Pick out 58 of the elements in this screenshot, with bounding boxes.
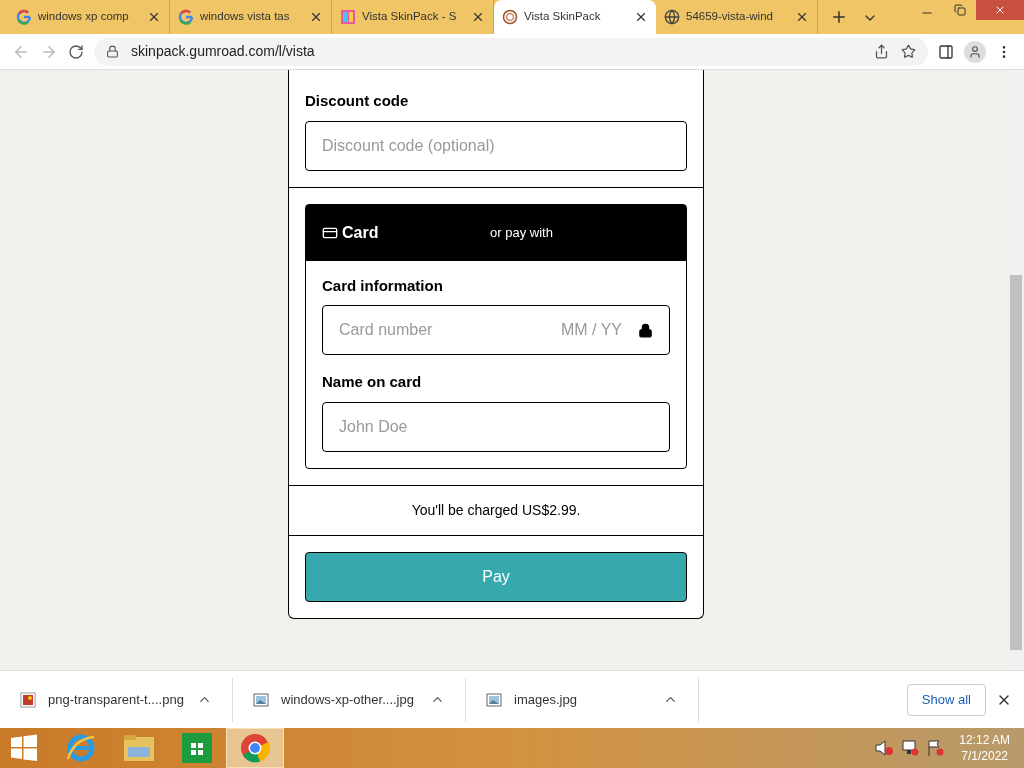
side-panel-icon[interactable] [938,43,954,60]
payment-tab[interactable]: Card [322,220,490,245]
folder-icon [122,733,156,763]
tab-title: windows vista tas [200,9,291,25]
spiral-icon [502,9,518,25]
reload-icon[interactable] [68,43,84,60]
flag-icon[interactable] [927,740,946,756]
tab-title: Vista SkinPack - S [362,9,458,25]
google-icon [178,9,194,25]
share-icon[interactable] [874,44,889,59]
download-item[interactable]: windows-xp-other....jpg [233,677,466,722]
download-item[interactable]: images.jpg [466,677,699,722]
card-number-input[interactable]: Card number [339,318,561,342]
lock-icon [106,45,119,58]
muted-speaker-icon[interactable] [875,740,894,756]
field-label: Card information [322,275,444,296]
close-icon[interactable] [795,10,809,24]
download-item[interactable]: png-transparent-t....png [0,677,233,722]
tab-title: Vista SkinPack [524,9,602,25]
network-icon[interactable] [901,740,920,756]
person-icon [968,44,982,59]
chrome-icon [240,733,270,763]
restore-icon[interactable] [954,4,966,16]
logo-icon [340,9,356,25]
field-label: Name on card [322,372,423,392]
file-name: images.jpg [514,690,578,709]
charge-note: You'll be charged US$2.99. [411,500,581,520]
expiry-placeholder: MM / YY [560,320,622,340]
star-icon[interactable] [901,44,916,59]
tab-title: 54659-vista-wind [686,9,774,25]
close-icon[interactable] [634,10,648,24]
image-file-icon [253,691,269,708]
discount-field[interactable]: Discount code (optional) [305,120,687,171]
tab-title: windows xp comp [38,9,130,25]
close-icon[interactable] [471,10,485,24]
file-name: windows-xp-other....jpg [281,690,415,709]
globe-icon [664,9,680,25]
show-all-button[interactable]: Show all [906,683,986,716]
windows-logo-icon[interactable] [10,734,38,762]
address-bar[interactable]: skinpack.gumroad.com/l/vista [94,37,928,66]
name-field[interactable]: John Doe [322,401,670,452]
taskbar-app[interactable] [226,728,284,768]
file-name: png-transparent-t....png [48,690,185,709]
image-file-icon [20,691,36,708]
payment-tab[interactable]: or pay with [490,222,553,243]
scrollbar[interactable] [1008,70,1024,670]
image-file-icon [486,691,502,708]
close-icon [994,4,1006,16]
url-text: skinpack.gumroad.com/l/vista [131,42,315,61]
close-icon[interactable] [147,10,161,24]
browser-tab[interactable]: Vista SkinPack [494,0,656,34]
store-icon [182,733,212,763]
google-icon [16,9,32,25]
new-tab-icon[interactable] [830,8,848,26]
field-label: Discount code [305,91,410,111]
profile-avatar[interactable] [964,40,986,63]
close-icon[interactable] [309,10,323,24]
lock-icon [638,322,653,338]
